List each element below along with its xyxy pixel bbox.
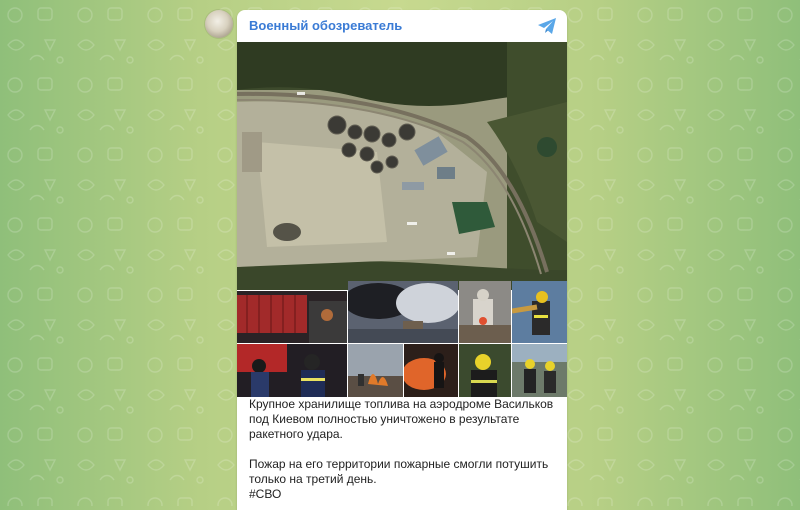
photo-night-firefight[interactable] <box>404 344 458 397</box>
photo-fire-flames[interactable] <box>348 344 403 397</box>
channel-avatar[interactable] <box>205 10 233 38</box>
channel-name[interactable]: Военный обозреватель <box>249 18 402 33</box>
message-card: Военный обозреватель Крупное хранилище т… <box>237 10 567 510</box>
photo-firefighters-hose[interactable] <box>512 281 567 343</box>
caption-paragraph-2: Пожар на его территории пожарные смогли … <box>249 457 549 486</box>
message-header: Военный обозреватель <box>237 10 567 42</box>
photo-firefighter-spraying[interactable] <box>459 281 511 343</box>
caption-paragraph-1: Крупное хранилище топлива на аэродроме В… <box>249 397 554 441</box>
photo-firefighters-train[interactable] <box>237 291 347 343</box>
aerial-photo[interactable] <box>237 42 567 290</box>
post-caption: Крупное хранилище топлива на аэродроме В… <box>249 397 557 502</box>
hashtag-link[interactable]: #СВО <box>249 487 281 501</box>
photo-firefighters-working[interactable] <box>512 344 567 397</box>
photo-smoke-cloud[interactable] <box>348 281 458 343</box>
telegram-paper-plane-icon[interactable] <box>537 17 557 35</box>
photo-firefighter-yellow-helmet[interactable] <box>459 344 511 397</box>
photo-firefighters-group[interactable] <box>237 344 347 397</box>
